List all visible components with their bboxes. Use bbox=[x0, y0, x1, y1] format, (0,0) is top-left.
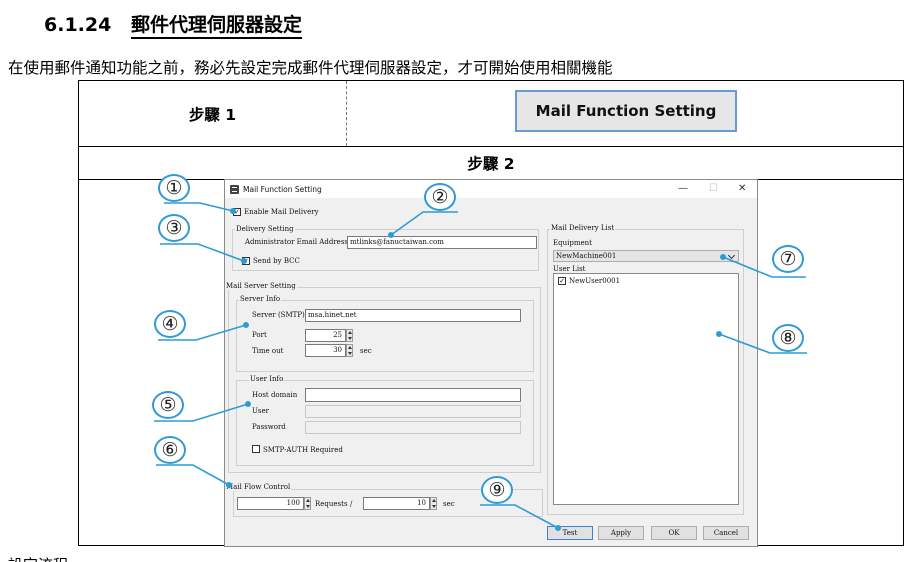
test-button[interactable]: Test bbox=[547, 526, 593, 540]
requests-label: Requests bbox=[315, 500, 348, 508]
dialog-titlebar: Mail Function Setting — ☐ ✕ bbox=[225, 180, 757, 198]
user-input[interactable] bbox=[305, 405, 521, 418]
callout-2: ② bbox=[424, 183, 456, 211]
callout-9: ⑨ bbox=[481, 476, 513, 504]
mail-flow-control-label: Mail Flow Control bbox=[225, 483, 292, 491]
server-info-label: Server Info bbox=[239, 295, 282, 303]
callout-3: ③ bbox=[158, 214, 190, 242]
section-heading: 6.1.24 郵件代理伺服器設定 bbox=[44, 10, 302, 39]
server-smtp-input[interactable]: msa.hinet.net bbox=[305, 309, 521, 322]
delivery-setting-label: Delivery Setting bbox=[235, 225, 295, 233]
step1-row: 步驟 1 Mail Function Setting bbox=[79, 81, 903, 147]
apply-button[interactable]: Apply bbox=[598, 526, 644, 540]
callout-5: ⑤ bbox=[152, 391, 184, 419]
admin-email-label: Administrator Email Address bbox=[245, 238, 348, 246]
callout-7: ⑦ bbox=[772, 245, 804, 273]
callout-6: ⑥ bbox=[154, 436, 186, 464]
mail-server-setting-label: Mail Server Setting bbox=[225, 282, 297, 290]
minimize-icon[interactable]: — bbox=[678, 183, 688, 195]
password-label: Password bbox=[252, 423, 286, 431]
seconds-unit: sec bbox=[443, 500, 455, 508]
timeout-spin-icon[interactable] bbox=[346, 344, 353, 357]
enable-delivery-checkbox[interactable]: ✓ bbox=[233, 208, 241, 216]
mail-delivery-list-label: Mail Delivery List bbox=[550, 224, 616, 232]
enable-delivery-label: Enable Mail Delivery bbox=[244, 208, 319, 216]
password-input[interactable] bbox=[305, 421, 521, 434]
timeout-label: Time out bbox=[252, 347, 284, 355]
maximize-icon: ☐ bbox=[709, 183, 718, 194]
smtp-auth-checkbox[interactable] bbox=[252, 445, 260, 453]
send-bcc-checkbox[interactable]: ✓ bbox=[242, 257, 250, 265]
cancel-button[interactable]: Cancel bbox=[703, 526, 749, 540]
user-info-label: User Info bbox=[249, 375, 285, 383]
mail-function-setting-button[interactable]: Mail Function Setting bbox=[515, 90, 737, 132]
list-item[interactable]: NewUser0001 bbox=[569, 277, 620, 285]
equipment-dropdown[interactable]: NewMachine001 bbox=[553, 250, 739, 262]
slash-separator: / bbox=[350, 500, 353, 508]
requests-spin-icon[interactable] bbox=[304, 497, 311, 510]
port-input[interactable]: 25 bbox=[305, 329, 346, 342]
callout-4: ④ bbox=[154, 310, 186, 338]
procedure-heading: 設定流程 bbox=[8, 554, 68, 562]
ok-button[interactable]: OK bbox=[651, 526, 697, 540]
timeout-unit: sec bbox=[360, 347, 372, 355]
seconds-spin-icon[interactable] bbox=[430, 497, 437, 510]
user-list-label: User List bbox=[553, 265, 586, 273]
equipment-label: Equipment bbox=[553, 239, 592, 247]
seconds-input[interactable]: 10 bbox=[363, 497, 430, 510]
server-smtp-label: Server (SMTP) bbox=[252, 311, 305, 319]
section-number: 6.1.24 bbox=[44, 14, 112, 36]
admin-email-input[interactable]: mtlinks@fanuctaiwan.com bbox=[347, 236, 537, 249]
chevron-down-icon bbox=[727, 251, 736, 260]
host-domain-label: Host domain bbox=[252, 391, 298, 399]
port-spin-icon[interactable] bbox=[346, 329, 353, 342]
equipment-selected: NewMachine001 bbox=[556, 252, 617, 260]
callout-8: ⑧ bbox=[772, 324, 804, 352]
smtp-auth-label: SMTP-AUTH Required bbox=[263, 446, 343, 454]
user-list[interactable]: ✓ NewUser0001 bbox=[553, 273, 739, 505]
close-icon[interactable]: ✕ bbox=[738, 183, 746, 195]
user-label: User bbox=[252, 407, 269, 415]
intro-paragraph: 在使用郵件通知功能之前，務必先設定完成郵件代理伺服器設定，才可開始使用相關機能 bbox=[8, 59, 613, 77]
dialog-title: Mail Function Setting bbox=[243, 185, 322, 194]
requests-input[interactable]: 100 bbox=[237, 497, 304, 510]
user-checkbox[interactable]: ✓ bbox=[558, 277, 566, 285]
step1-label: 步驟 1 bbox=[79, 81, 347, 146]
host-domain-input[interactable] bbox=[305, 388, 521, 402]
send-bcc-label: Send by BCC bbox=[253, 257, 300, 265]
timeout-input[interactable]: 30 bbox=[305, 344, 346, 357]
port-label: Port bbox=[252, 331, 267, 339]
step2-label: 步驟 2 bbox=[79, 147, 903, 180]
section-title: 郵件代理伺服器設定 bbox=[130, 14, 302, 39]
app-icon bbox=[230, 185, 239, 194]
callout-1: ① bbox=[158, 174, 190, 202]
